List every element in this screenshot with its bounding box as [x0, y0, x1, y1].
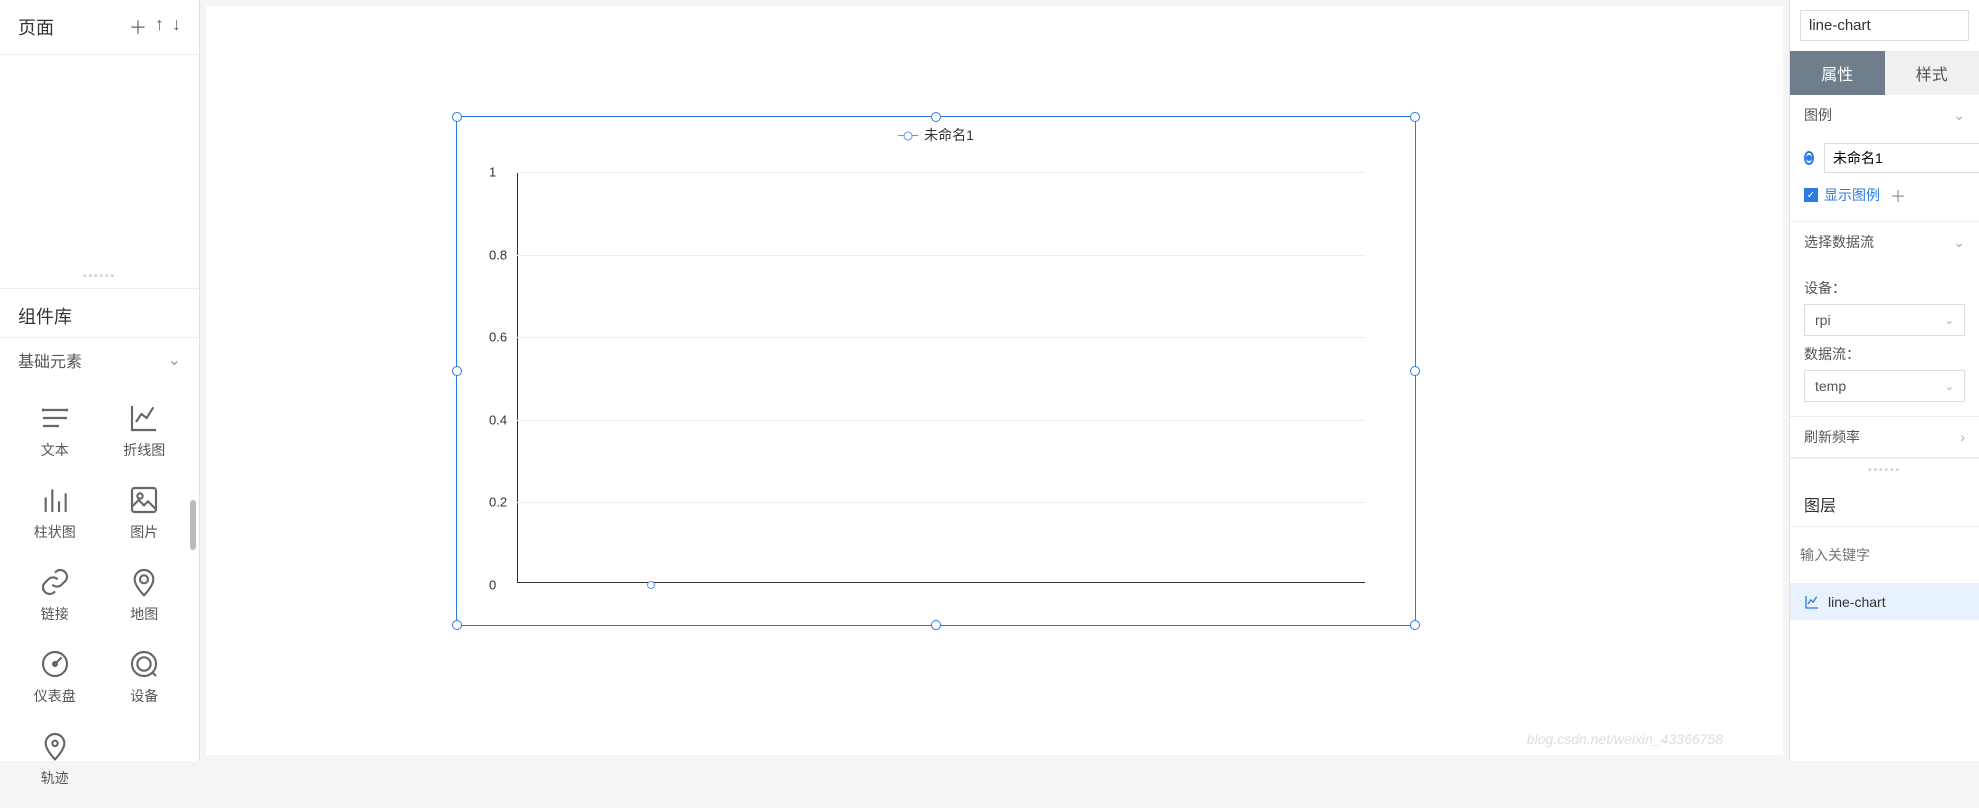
map-pin-icon: [128, 566, 160, 598]
property-tabs: 属性 样式: [1790, 51, 1979, 95]
gridline: [517, 420, 1365, 421]
pages-header: 页面 ＋ ↑ ↓: [0, 0, 199, 55]
y-axis: [517, 172, 518, 583]
move-down-icon[interactable]: ↓: [172, 14, 181, 40]
gridline: [517, 502, 1365, 503]
y-tick-label: 0.6: [489, 330, 507, 345]
chevron-down-icon: ⌄: [1953, 234, 1965, 251]
gridline: [517, 172, 1365, 173]
chevron-down-icon: ⌄: [168, 350, 181, 370]
resize-handle-br[interactable]: [1410, 620, 1420, 630]
pages-title: 页面: [18, 14, 54, 40]
resize-handle-icon[interactable]: ••••••: [0, 265, 199, 288]
y-tick-label: 0: [489, 578, 496, 593]
legend-item-row: [1804, 143, 1965, 173]
stream-label: 数据流：: [1804, 344, 1965, 364]
watermark: blog.csdn.net/weixin_43366758: [1527, 731, 1723, 747]
track-comp[interactable]: 轨迹: [10, 718, 100, 800]
x-axis: [517, 582, 1365, 583]
chevron-down-icon: ⌄: [1953, 107, 1965, 124]
resize-handle-mr[interactable]: [1410, 366, 1420, 376]
device-label: 设备：: [1804, 278, 1965, 298]
component-grid: 文本 折线图 柱状图 图片 链接 地图 仪表盘 设备: [0, 382, 199, 808]
resize-handle-ml[interactable]: [452, 366, 462, 376]
resize-handle-tr[interactable]: [1410, 112, 1420, 122]
y-tick-label: 0.8: [489, 247, 507, 262]
show-legend-row: ✓ 显示图例 ＋: [1804, 183, 1965, 207]
layer-search-input[interactable]: [1790, 527, 1979, 583]
y-tick-label: 0.4: [489, 412, 507, 427]
resize-handle-bc[interactable]: [931, 620, 941, 630]
refresh-section-header[interactable]: 刷新频率 ›: [1790, 417, 1979, 457]
data-point: [647, 581, 655, 589]
add-page-icon[interactable]: ＋: [129, 14, 147, 40]
text-comp[interactable]: 文本: [10, 390, 100, 472]
canvas[interactable]: 未命名1 00.20.40.60.81 blog.csdn.net/weixin…: [206, 6, 1783, 755]
track-icon: [39, 730, 71, 762]
image-comp[interactable]: 图片: [100, 472, 190, 554]
link-icon: [39, 566, 71, 598]
stream-select[interactable]: temp ⌄: [1804, 370, 1965, 402]
legend-radio[interactable]: [1804, 151, 1814, 165]
resize-handle-bl[interactable]: [452, 620, 462, 630]
component-name-input[interactable]: [1800, 10, 1969, 41]
gridline: [517, 337, 1365, 338]
datasource-section: 选择数据流 ⌄ 设备： rpi ⌄ 数据流： temp ⌄: [1790, 222, 1979, 417]
selected-component[interactable]: 未命名1 00.20.40.60.81: [456, 116, 1416, 626]
add-legend-icon[interactable]: ＋: [1890, 183, 1906, 207]
link-comp[interactable]: 链接: [10, 554, 100, 636]
show-legend-label: 显示图例: [1824, 185, 1880, 205]
tab-properties[interactable]: 属性: [1790, 51, 1885, 95]
layer-item[interactable]: line-chart: [1790, 584, 1979, 620]
legend-section: 图例 ⌄ ✓ 显示图例 ＋: [1790, 95, 1979, 222]
chevron-right-icon: ›: [1960, 429, 1965, 445]
device-icon: [128, 648, 160, 680]
gauge-icon: [39, 648, 71, 680]
legend-marker-icon: [898, 135, 918, 136]
image-icon: [128, 484, 160, 516]
chevron-down-icon: ⌄: [1945, 314, 1954, 327]
basic-group-header[interactable]: 基础元素 ⌄: [0, 338, 199, 382]
tab-style[interactable]: 样式: [1885, 51, 1979, 95]
chevron-down-icon: ⌄: [1945, 380, 1954, 393]
show-legend-checkbox[interactable]: ✓: [1804, 188, 1818, 202]
component-lib-title: 组件库: [0, 289, 199, 338]
layer-item-label: line-chart: [1828, 594, 1886, 610]
chart-axes: 00.20.40.60.81: [517, 137, 1385, 595]
left-scrollbar[interactable]: [190, 500, 196, 550]
y-tick-label: 0.2: [489, 495, 507, 510]
line-chart-icon: [128, 402, 160, 434]
bar-chart-icon: [39, 484, 71, 516]
refresh-section: 刷新频率 ›: [1790, 417, 1979, 458]
pages-list: ••••••: [0, 55, 199, 289]
basic-group-label: 基础元素: [18, 348, 82, 372]
device-comp[interactable]: 设备: [100, 636, 190, 718]
datasource-section-header[interactable]: 选择数据流 ⌄: [1790, 222, 1979, 262]
move-up-icon[interactable]: ↑: [155, 14, 164, 40]
device-select[interactable]: rpi ⌄: [1804, 304, 1965, 336]
line-chart-icon: [1804, 594, 1820, 610]
bar-chart-comp[interactable]: 柱状图: [10, 472, 100, 554]
layers-title: 图层: [1790, 482, 1979, 527]
legend-section-header[interactable]: 图例 ⌄: [1790, 95, 1979, 135]
layer-search-row: 查找: [1790, 527, 1979, 584]
resize-handle-tc[interactable]: [931, 112, 941, 122]
resize-handle-icon[interactable]: ••••••: [1790, 458, 1979, 482]
gauge-comp[interactable]: 仪表盘: [10, 636, 100, 718]
map-comp[interactable]: 地图: [100, 554, 190, 636]
line-chart-comp[interactable]: 折线图: [100, 390, 190, 472]
resize-handle-tl[interactable]: [452, 112, 462, 122]
gridline: [517, 255, 1365, 256]
y-tick-label: 1: [489, 165, 496, 180]
left-panel: 页面 ＋ ↑ ↓ •••••• 组件库 基础元素 ⌄ 文本 折线图 柱状图 图片: [0, 0, 200, 761]
text-icon: [39, 402, 71, 434]
legend-name-input[interactable]: [1824, 143, 1979, 173]
right-panel: 属性 样式 图例 ⌄ ✓ 显示图例 ＋ 选择数据流 ⌄ 设备：: [1789, 0, 1979, 761]
chart-area: 00.20.40.60.81: [517, 137, 1385, 595]
page-actions: ＋ ↑ ↓: [129, 14, 181, 40]
